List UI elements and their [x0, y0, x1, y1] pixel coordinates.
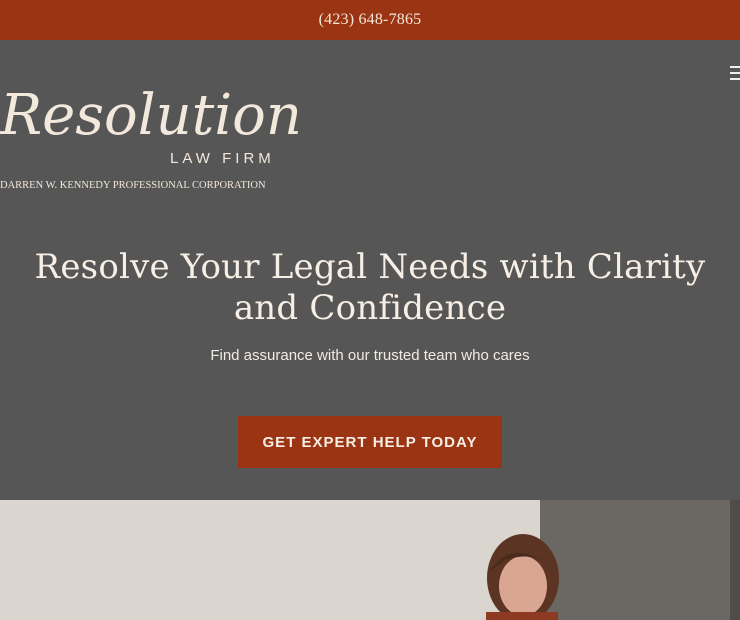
- svg-text:Resolutions: Resolutions: [0, 83, 300, 148]
- attorney-photo: [0, 500, 740, 620]
- phone-link[interactable]: (423) 648-7865: [319, 11, 422, 29]
- svg-text:DARREN W. KENNEDY PROFESSIONAL: DARREN W. KENNEDY PROFESSIONAL CORPORATI…: [0, 180, 266, 191]
- menu-bar: [730, 66, 740, 68]
- photo-illustration: [0, 500, 740, 620]
- menu-bar: [730, 78, 740, 80]
- hero-subtitle: Find assurance with our trusted team who…: [210, 347, 530, 364]
- menu-bar: [730, 72, 740, 74]
- firm-logo[interactable]: Resolutions LAW FIRM DARREN W. KENNEDY P…: [0, 62, 331, 197]
- get-expert-help-button[interactable]: GET EXPERT HELP TODAY: [238, 416, 502, 468]
- top-contact-bar: (423) 648-7865: [0, 0, 740, 40]
- hero-title: Resolve Your Legal Needs with Clarity an…: [34, 247, 706, 328]
- hamburger-menu-icon[interactable]: [726, 62, 740, 84]
- hero-section: Resolutions LAW FIRM DARREN W. KENNEDY P…: [0, 40, 740, 500]
- logo-graphic: Resolutions LAW FIRM DARREN W. KENNEDY P…: [0, 83, 331, 191]
- svg-text:LAW FIRM: LAW FIRM: [170, 150, 275, 167]
